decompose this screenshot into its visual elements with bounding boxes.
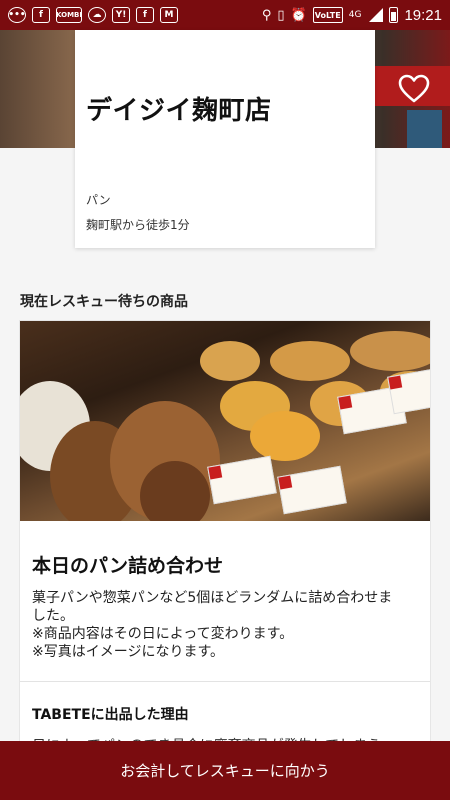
shop-window [407,110,442,148]
kombi-icon: KOMBI [56,7,82,23]
menu-icon: ••• [8,7,26,23]
checkout-rescue-button[interactable]: お会計してレスキューに向かう [0,741,450,800]
divider [20,681,430,682]
shop-name: デイジイ麹町店 [86,96,272,126]
product-card[interactable]: 本日のパン詰め合わせ 菓子パンや惣菜パンなど5個ほどランダムに詰め合わせま した… [19,320,431,760]
shop-category: パン [86,193,111,207]
location-icon: ⚲ [261,7,272,23]
product-title: 本日のパン詰め合わせ [32,555,223,577]
volte-icon: VoLTE [312,7,343,23]
gmail-icon: M [160,7,178,23]
shop-access: 麹町駅から徒歩1分 [86,218,190,232]
weather-icon: ☁ [88,7,106,23]
system-icons: ⚲ ▯ ⏰ VoLTE 4G 19:21 [262,7,442,24]
product-description-line: した。 [32,608,74,624]
network-type: 4G [348,10,362,20]
product-description-line: ※写真はイメージになります。 [32,644,225,660]
product-description-line: ※商品内容はその日によって変わります。 [32,626,294,642]
section-title: 現在レスキュー待ちの商品 [20,294,188,310]
status-bar: ••• f KOMBI ☁ Y! f M ⚲ ▯ ⏰ VoLTE 4G 19:2… [0,0,450,30]
signal-icon [367,8,384,22]
reason-title: TABETEに出品した理由 [32,707,189,723]
favorite-heart-icon[interactable] [398,74,430,104]
product-description-line: 菓子パンや惣菜パンなど5個ほどランダムに詰め合わせま [32,590,393,606]
notification-icons: ••• f KOMBI ☁ Y! f M [8,7,178,23]
product-image [20,321,430,521]
alarm-icon: ⏰ [290,7,307,23]
clock: 19:21 [404,6,442,24]
battery-icon [389,7,399,23]
vibrate-icon: ▯ [277,7,285,23]
product-description: 菓子パンや惣菜パンなど5個ほどランダムに詰め合わせま した。 ※商品内容はその日… [32,589,424,661]
shop-info-card: デイジイ麹町店 パン 麹町駅から徒歩1分 [75,30,375,248]
facebook-icon: f [32,7,50,23]
price-tag [277,465,347,515]
facebook-icon: f [136,7,154,23]
yahoo-icon: Y! [112,7,130,23]
